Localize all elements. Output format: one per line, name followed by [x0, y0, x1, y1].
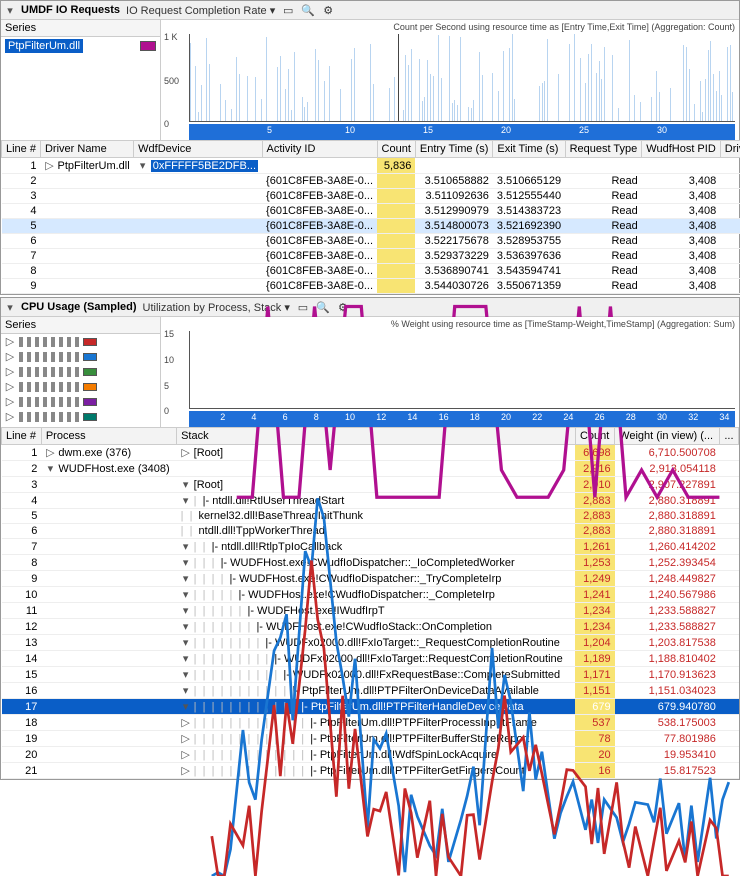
panel2-title: CPU Usage (Sampled) [21, 301, 137, 313]
panel1-chart-caption: Count per Second using resource time as … [393, 22, 735, 32]
column-header[interactable]: Line # [2, 428, 42, 445]
series-header: Series [1, 317, 160, 334]
panel2-series-column: Series ▷▷▷▷▷▷ [1, 317, 161, 427]
series-item[interactable]: PtpFilterUm.dll [1, 37, 160, 55]
column-header[interactable]: Driver Name [40, 141, 133, 158]
series-item-label: PtpFilterUm.dll [5, 39, 83, 53]
panel1-subtitle[interactable]: IO Request Completion Rate ▾ [126, 4, 275, 17]
time-axis[interactable]: 246810121416182022242628303234 [189, 411, 735, 427]
search-icon[interactable]: 🔍 [301, 3, 315, 17]
panel2-chart[interactable]: % Weight using resource time as [TimeSta… [161, 317, 739, 427]
cpu-usage-panel: ▾ CPU Usage (Sampled) Utilization by Pro… [0, 297, 740, 780]
column-header[interactable]: Line # [2, 141, 41, 158]
series-item[interactable]: ▷ [1, 379, 160, 394]
panel1-chart[interactable]: Count per Second using resource time as … [161, 20, 739, 140]
series-swatch [140, 41, 156, 51]
column-header[interactable]: Process [41, 428, 176, 445]
panel2-chart-caption: % Weight using resource time as [TimeSta… [391, 319, 735, 329]
gear-icon[interactable]: ⚙ [321, 3, 335, 17]
series-item[interactable]: ▷ [1, 364, 160, 379]
panel1-collapse-icon[interactable]: ▾ [5, 4, 15, 17]
panel1-header: ▾ UMDF IO Requests IO Request Completion… [1, 1, 739, 20]
series-header: Series [1, 20, 160, 37]
series-item[interactable]: ▷ [1, 409, 160, 424]
time-axis[interactable]: 51015202530 [189, 124, 735, 140]
panel2-collapse-icon[interactable]: ▾ [5, 301, 15, 314]
chart-type-icon[interactable]: ▭ [281, 3, 295, 17]
series-item[interactable]: ▷ [1, 394, 160, 409]
panel1-title: UMDF IO Requests [21, 4, 120, 16]
series-item[interactable]: ▷ [1, 349, 160, 364]
panel1-series-column: Series PtpFilterUm.dll [1, 20, 161, 140]
umdf-io-panel: ▾ UMDF IO Requests IO Request Completion… [0, 0, 740, 295]
series-item[interactable]: ▷ [1, 334, 160, 349]
